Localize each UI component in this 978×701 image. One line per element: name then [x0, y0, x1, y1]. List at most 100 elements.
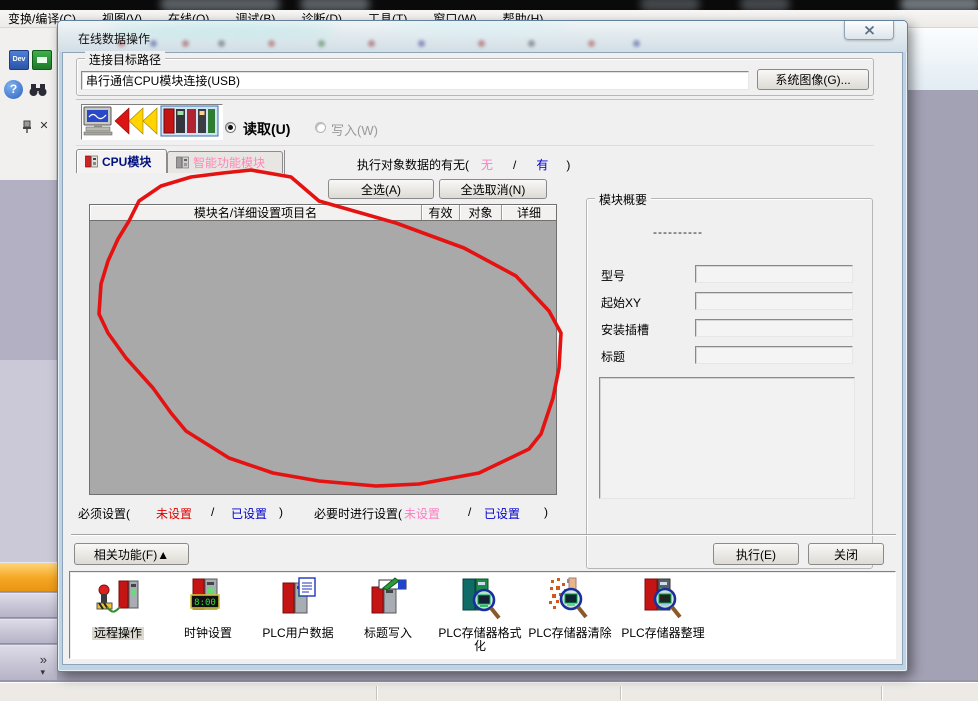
target-data-presence: 执行对象数据的有无(无/有) [357, 156, 570, 173]
presence-suffix: ) [566, 158, 570, 172]
clock-text: 8:00 [194, 598, 216, 608]
dialog-close-button[interactable] [844, 21, 894, 40]
tab-intelligent-function-module[interactable]: 智能功能模块 [167, 151, 283, 173]
screen-top-strip [0, 0, 978, 10]
docked-panel-empty [0, 180, 57, 360]
blur-dot [318, 40, 325, 47]
binoculars-icon[interactable] [28, 80, 48, 100]
plc-rack-icon [161, 106, 218, 136]
module-table[interactable]: 模块名/详细设置项目名 有效 对象 详细 [89, 204, 557, 495]
paren: ) [544, 505, 548, 519]
pin-icon[interactable] [20, 120, 34, 134]
presence-none: 无 [481, 158, 493, 172]
start-xy-field[interactable] [695, 292, 853, 310]
transfer-arrows-icon [115, 108, 157, 134]
navigation-panel [0, 360, 57, 562]
nav-bar-button[interactable] [0, 593, 57, 618]
model-field[interactable] [695, 265, 853, 283]
col-module-name: 模块名/详细设置项目名 [90, 205, 422, 220]
related-functions-button[interactable]: 相关功能(F)▲ [74, 543, 189, 565]
optional-set: 已设置 [484, 505, 520, 522]
presence-exists: 有 [536, 158, 548, 172]
required-set: 已设置 [231, 505, 267, 522]
mount-slot-field[interactable] [695, 319, 853, 337]
optional-label: 必要时进行设置( [314, 505, 402, 522]
connection-path-input[interactable] [81, 71, 749, 90]
dialog-titlebar[interactable]: 在线数据操作 [58, 21, 907, 52]
system-image-button[interactable]: 系统图像(G)... [757, 69, 869, 90]
close-button[interactable]: 关闭 [808, 543, 884, 565]
mount-slot-label: 安装插槽 [601, 321, 649, 338]
blur-blob [300, 0, 370, 10]
read-radio[interactable] [225, 122, 236, 133]
plc-memory-clear-item[interactable]: PLC存储器清除 [526, 577, 614, 640]
tab-cpu-module-label: CPU模块 [102, 153, 151, 170]
left-toolbar: Dev ? ✕ [0, 28, 57, 180]
help-icon[interactable]: ? [4, 80, 23, 99]
related-functions-panel: 远程操作 8:00 时钟设置 [69, 571, 896, 659]
plc-memory-arrange-item[interactable]: PLC存储器整理 [619, 577, 707, 640]
connection-path-group-label: 连接目标路径 [85, 51, 165, 68]
status-bar [0, 682, 978, 701]
deselect-all-button[interactable]: 全选取消(N) [439, 179, 547, 199]
blur-blob [740, 0, 790, 10]
blur-dot [478, 40, 485, 47]
required-not-set: 未设置 [156, 505, 192, 522]
title-field[interactable] [695, 346, 853, 364]
device-search-icon[interactable]: Dev [9, 50, 29, 70]
blur-dot [588, 40, 595, 47]
execute-button[interactable]: 执行(E) [713, 543, 799, 565]
plc-memory-format-item[interactable]: PLC存储器格式化 [436, 577, 524, 653]
module-description-textarea[interactable] [599, 377, 855, 499]
intelligent-module-icon [176, 156, 189, 169]
online-data-operation-dialog: 在线数据操作 连接目标路径 系统图像(G)... [57, 20, 908, 672]
close-panel-icon[interactable]: ✕ [37, 119, 51, 133]
remote-operation-item[interactable]: 远程操作 [74, 577, 162, 640]
plc-user-data-icon [275, 577, 321, 623]
pc-icon [84, 107, 112, 135]
write-radio[interactable] [315, 122, 326, 133]
tab-strip-divider [284, 150, 285, 174]
nav-bar-active-button[interactable] [0, 562, 57, 592]
plc-memory-format-icon [457, 577, 503, 623]
monitor-icon[interactable] [32, 50, 52, 70]
plc-memory-clear-label: PLC存储器清除 [526, 627, 614, 640]
plc-user-data-item[interactable]: PLC用户数据 [254, 577, 342, 640]
module-summary-group: 模块概要 ---------- 型号 起始XY 安装插槽 标题 [586, 198, 873, 569]
col-valid: 有效 [422, 205, 460, 220]
separator [71, 534, 896, 536]
blur-dot [182, 40, 189, 47]
module-table-body-empty[interactable] [90, 221, 556, 495]
col-detail: 详细 [502, 205, 556, 220]
title-write-icon [365, 577, 411, 623]
plc-memory-arrange-icon [640, 577, 686, 623]
statusbar-divider [376, 686, 377, 700]
module-table-header: 模块名/详细设置项目名 有效 对象 详细 [90, 205, 556, 221]
remote-operation-label: 远程操作 [92, 627, 144, 640]
nav-bar-overflow-button[interactable]: » ▾ [0, 645, 57, 681]
required-label: 必须设置( [78, 505, 130, 522]
presence-slash: / [513, 158, 516, 172]
tab-intelligent-function-module-label: 智能功能模块 [193, 154, 265, 171]
caret-down-icon: ▾ [40, 667, 45, 678]
read-radio-label[interactable]: 读取(U) [243, 119, 290, 139]
plc-memory-clear-icon [547, 577, 593, 623]
write-radio-label: 写入(W) [331, 120, 378, 139]
blur-blob [640, 0, 700, 10]
cpu-module-icon [85, 155, 98, 168]
paren: ) [279, 505, 283, 519]
slash: / [468, 505, 471, 519]
clock-setting-icon: 8:00 [185, 577, 231, 623]
select-all-button[interactable]: 全选(A) [328, 179, 434, 199]
nav-bar-button[interactable] [0, 619, 57, 644]
optional-not-set: 未设置 [404, 505, 440, 522]
start-xy-label: 起始XY [601, 294, 641, 311]
dialog-client-area: 连接目标路径 系统图像(G)... [62, 52, 903, 665]
clock-setting-item[interactable]: 8:00 时钟设置 [164, 577, 252, 640]
title-label: 标题 [601, 348, 625, 365]
blur-dot [418, 40, 425, 47]
tab-cpu-module[interactable]: CPU模块 [76, 149, 167, 173]
statusbar-divider [620, 686, 621, 700]
title-write-item[interactable]: 标题写入 [344, 577, 432, 640]
blur-dot [218, 40, 225, 47]
